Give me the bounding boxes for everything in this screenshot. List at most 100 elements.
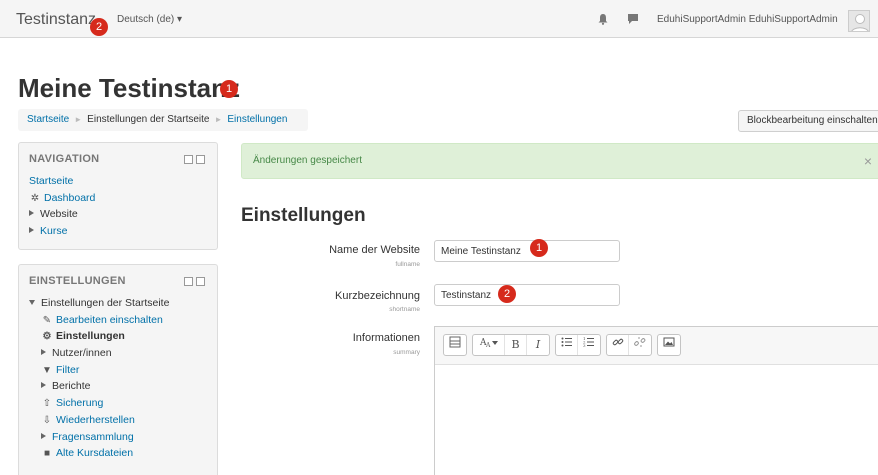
editor-toolbar: AA B I 123	[435, 327, 878, 365]
navigation-block-title: NAVIGATION	[29, 153, 100, 165]
image-icon[interactable]	[658, 335, 680, 355]
toolbar-toggle-icon[interactable]	[444, 335, 466, 355]
breadcrumb-current[interactable]: Einstellungen	[227, 114, 287, 125]
breadcrumb: Startseite ► Einstellungen der Startseite ►…	[18, 109, 308, 131]
upload-icon: ⇧	[42, 398, 52, 410]
svg-text:3: 3	[583, 343, 586, 348]
download-icon: ⇩	[42, 414, 52, 426]
editor-content-area[interactable]	[435, 365, 878, 475]
shortname-label: Kurzbezeichnung	[334, 290, 420, 302]
top-navbar: Testinstanz 2 Deutsch (de) ▾ EduhiSuppor…	[0, 0, 878, 38]
folder-icon: ■	[43, 448, 51, 460]
settings-item-label: Einstellungen der Startseite	[41, 297, 170, 309]
link-icon[interactable]	[607, 335, 629, 355]
settings-item-edit-on[interactable]: ✎ Bearbeiten einschalten	[29, 312, 207, 329]
settings-item-label: Alte Kursdateien	[56, 447, 134, 460]
settings-item-filter[interactable]: ▼ Filter	[29, 362, 207, 379]
expand-arrow-icon	[41, 349, 46, 356]
ordered-list-icon[interactable]: 123	[578, 335, 600, 355]
expand-arrow-icon	[29, 210, 34, 217]
nav-item-label: Dashboard	[44, 191, 96, 204]
settings-item-label: Nutzer/innen	[52, 347, 112, 360]
breadcrumb-separator-icon: ►	[214, 115, 223, 124]
language-menu[interactable]: Deutsch (de) ▾	[117, 14, 182, 25]
settings-item-label: Sicherung	[56, 397, 104, 410]
settings-item-label: Bearbeiten einschalten	[56, 313, 163, 326]
svg-text:A: A	[485, 342, 491, 348]
font-style-icon[interactable]: AA	[473, 335, 505, 355]
annotation-badge: 2	[90, 18, 108, 36]
breadcrumb-frontpage-settings: Einstellungen der Startseite	[87, 114, 210, 125]
unordered-list-icon[interactable]	[556, 335, 578, 355]
annotation-badge: 1	[530, 239, 548, 257]
fullname-label: Name der Website	[329, 244, 420, 256]
success-alert: Änderungen gespeichert ×	[241, 143, 878, 179]
settings-item-frontpage[interactable]: Einstellungen der Startseite	[29, 295, 207, 312]
page-title: Meine Testinstanz	[18, 73, 241, 103]
expand-arrow-icon	[41, 432, 46, 439]
shortname-field[interactable]	[434, 284, 620, 306]
toolbar-group	[606, 334, 652, 356]
settings-item-label: Fragensammlung	[52, 430, 134, 443]
pencil-icon: ✎	[42, 314, 52, 326]
minimize-block-icon[interactable]	[184, 277, 193, 286]
caret-down-icon: ▾	[177, 14, 183, 25]
collapse-arrow-icon	[29, 300, 35, 305]
section-title: Einstellungen	[241, 205, 366, 226]
toolbar-group	[443, 334, 467, 356]
settings-item-backup[interactable]: ⇧ Sicherung	[29, 395, 207, 412]
block-controls	[184, 155, 205, 164]
settings-item-reports[interactable]: Berichte	[29, 378, 207, 395]
close-icon[interactable]: ×	[864, 153, 872, 169]
bell-icon[interactable]	[597, 13, 609, 25]
dock-block-icon[interactable]	[196, 277, 205, 286]
summary-label: Informationen	[352, 332, 420, 344]
dock-block-icon[interactable]	[196, 155, 205, 164]
navigation-block: NAVIGATION Startseite ✲ Dashboard Website…	[18, 142, 218, 250]
minimize-block-icon[interactable]	[184, 155, 193, 164]
block-editing-button[interactable]: Blockbearbeitung einschalten	[738, 110, 878, 132]
settings-block-title: EINSTELLUNGEN	[29, 275, 126, 287]
settings-item-users[interactable]: Nutzer/innen	[29, 345, 207, 362]
annotation-badge: 2	[498, 285, 516, 303]
settings-item-legacy-files[interactable]: ■ Alte Kursdateien	[29, 445, 207, 462]
nav-item-dashboard[interactable]: ✲ Dashboard	[29, 190, 207, 207]
settings-item-label: Filter	[56, 363, 80, 376]
nav-item-courses[interactable]: Kurse	[29, 223, 207, 240]
settings-item-question-bank[interactable]: Fragensammlung	[29, 429, 207, 446]
breadcrumb-home[interactable]: Startseite	[27, 114, 69, 125]
site-brand[interactable]: Testinstanz	[16, 11, 96, 29]
fullname-field[interactable]	[434, 240, 620, 262]
unlink-icon[interactable]	[629, 335, 651, 355]
breadcrumb-separator-icon: ►	[74, 115, 83, 124]
expand-arrow-icon	[29, 227, 34, 234]
user-silhouette-icon	[851, 14, 869, 31]
expand-arrow-icon	[41, 382, 46, 389]
annotation-badge: 1	[220, 80, 238, 98]
message-icon[interactable]	[627, 13, 639, 25]
summary-editor: AA B I 123	[434, 326, 878, 475]
bold-icon[interactable]: B	[505, 335, 527, 355]
italic-icon[interactable]: I	[527, 335, 549, 355]
toolbar-group	[657, 334, 681, 356]
nav-item-label: Kurse	[40, 225, 68, 238]
dashboard-icon: ✲	[30, 192, 40, 204]
summary-sublabel: summary	[393, 349, 420, 356]
settings-block: EINSTELLUNGEN Einstellungen der Startsei…	[18, 264, 218, 475]
block-controls	[184, 277, 205, 286]
settings-item-settings[interactable]: ⚙ Einstellungen	[29, 328, 207, 345]
user-menu[interactable]: EduhiSupportAdmin EduhiSupportAdmin	[657, 14, 838, 25]
nav-item-website[interactable]: Website	[29, 206, 207, 223]
language-label: Deutsch (de)	[117, 14, 175, 25]
settings-item-restore[interactable]: ⇩ Wiederherstellen	[29, 412, 207, 429]
nav-item-home[interactable]: Startseite	[29, 173, 207, 190]
settings-item-label: Einstellungen	[56, 330, 125, 343]
fullname-sublabel: fullname	[395, 261, 420, 268]
toolbar-group: 123	[555, 334, 601, 356]
shortname-sublabel: shortname	[389, 306, 420, 313]
settings-item-label: Berichte	[52, 380, 91, 393]
avatar[interactable]	[848, 10, 870, 32]
gear-icon: ⚙	[42, 331, 52, 343]
settings-item-label: Wiederherstellen	[56, 413, 135, 426]
nav-item-label: Website	[40, 208, 78, 221]
